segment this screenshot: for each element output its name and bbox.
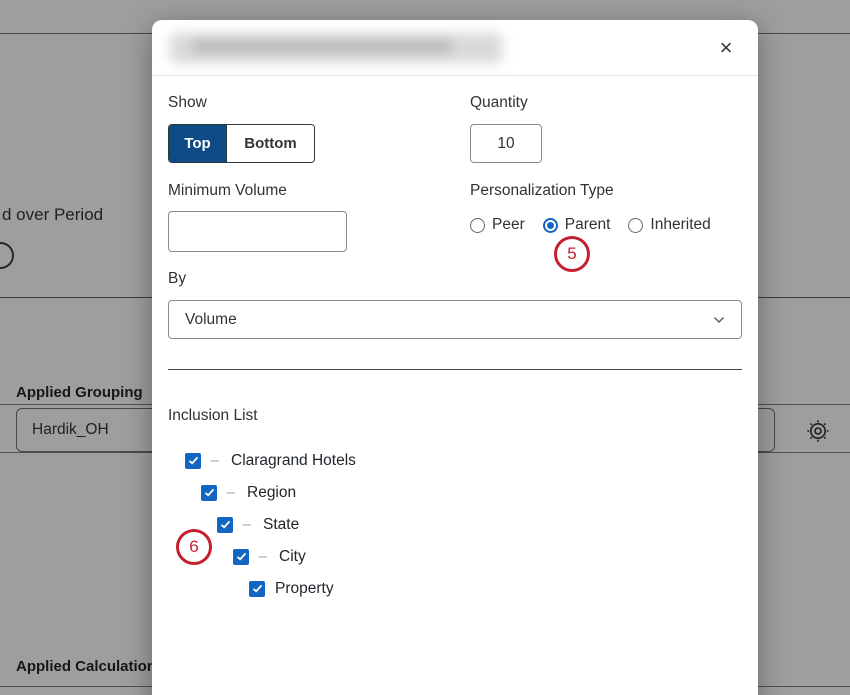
tree-row-state: – State: [217, 516, 356, 533]
by-dropdown-value: Volume: [185, 311, 237, 329]
inclusion-tree: – Claragrand Hotels – Region – State – C…: [185, 452, 356, 612]
checkbox-checked-icon[interactable]: [249, 581, 265, 597]
radio-label-parent: Parent: [565, 216, 611, 234]
tree-item-label: Claragrand Hotels: [231, 452, 356, 470]
tree-item-label: Region: [247, 484, 296, 502]
dialog-header: ×: [152, 20, 758, 76]
collapse-dash-icon[interactable]: –: [225, 484, 237, 501]
tree-row-region: – Region: [201, 484, 356, 501]
minimum-volume-label: Minimum Volume: [168, 182, 287, 200]
personalization-type-label: Personalization Type: [470, 182, 614, 200]
tree-row-property: Property: [249, 580, 356, 597]
tree-item-label: State: [263, 516, 299, 534]
by-dropdown[interactable]: Volume: [168, 300, 742, 339]
by-label: By: [168, 270, 186, 288]
show-segmented-control: Top Bottom: [168, 124, 315, 163]
annotation-number-6: 6: [189, 537, 198, 557]
tree-row-claragrand-hotels: – Claragrand Hotels: [185, 452, 356, 469]
quantity-label: Quantity: [470, 94, 528, 112]
tree-item-label: Property: [275, 580, 334, 598]
checkbox-checked-icon[interactable]: [233, 549, 249, 565]
radio-option-inherited[interactable]: Inherited: [628, 216, 710, 234]
close-icon[interactable]: ×: [712, 34, 740, 62]
section-divider: [168, 369, 742, 370]
quantity-input[interactable]: [470, 124, 542, 163]
show-bottom-button[interactable]: Bottom: [226, 125, 314, 162]
checkbox-checked-icon[interactable]: [217, 517, 233, 533]
radio-label-peer: Peer: [492, 216, 525, 234]
radio-label-inherited: Inherited: [650, 216, 710, 234]
radio-icon-peer[interactable]: [470, 218, 485, 233]
annotation-number-5: 5: [567, 244, 576, 264]
radio-icon-inherited[interactable]: [628, 218, 643, 233]
collapse-dash-icon[interactable]: –: [241, 516, 253, 533]
collapse-dash-icon[interactable]: –: [257, 548, 269, 565]
settings-dialog: × Show Top Bottom Quantity Minimum Volum…: [152, 20, 758, 695]
radio-option-peer[interactable]: Peer: [470, 216, 525, 234]
radio-option-parent[interactable]: Parent: [543, 216, 611, 234]
radio-icon-parent[interactable]: [543, 218, 558, 233]
annotation-circle-6: 6: [176, 529, 212, 565]
chevron-down-icon: [713, 311, 725, 329]
annotation-circle-5: 5: [554, 236, 590, 272]
checkbox-checked-icon[interactable]: [201, 485, 217, 501]
personalization-radio-group: Peer Parent Inherited: [470, 216, 711, 234]
checkbox-checked-icon[interactable]: [185, 453, 201, 469]
tree-item-label: City: [279, 548, 306, 566]
show-top-button[interactable]: Top: [169, 125, 226, 162]
show-label: Show: [168, 94, 207, 112]
dialog-title-redacted-detail: [192, 40, 452, 53]
minimum-volume-input[interactable]: [168, 211, 347, 252]
tree-row-city: – City: [233, 548, 356, 565]
collapse-dash-icon[interactable]: –: [209, 452, 221, 469]
inclusion-list-label: Inclusion List: [168, 407, 258, 425]
